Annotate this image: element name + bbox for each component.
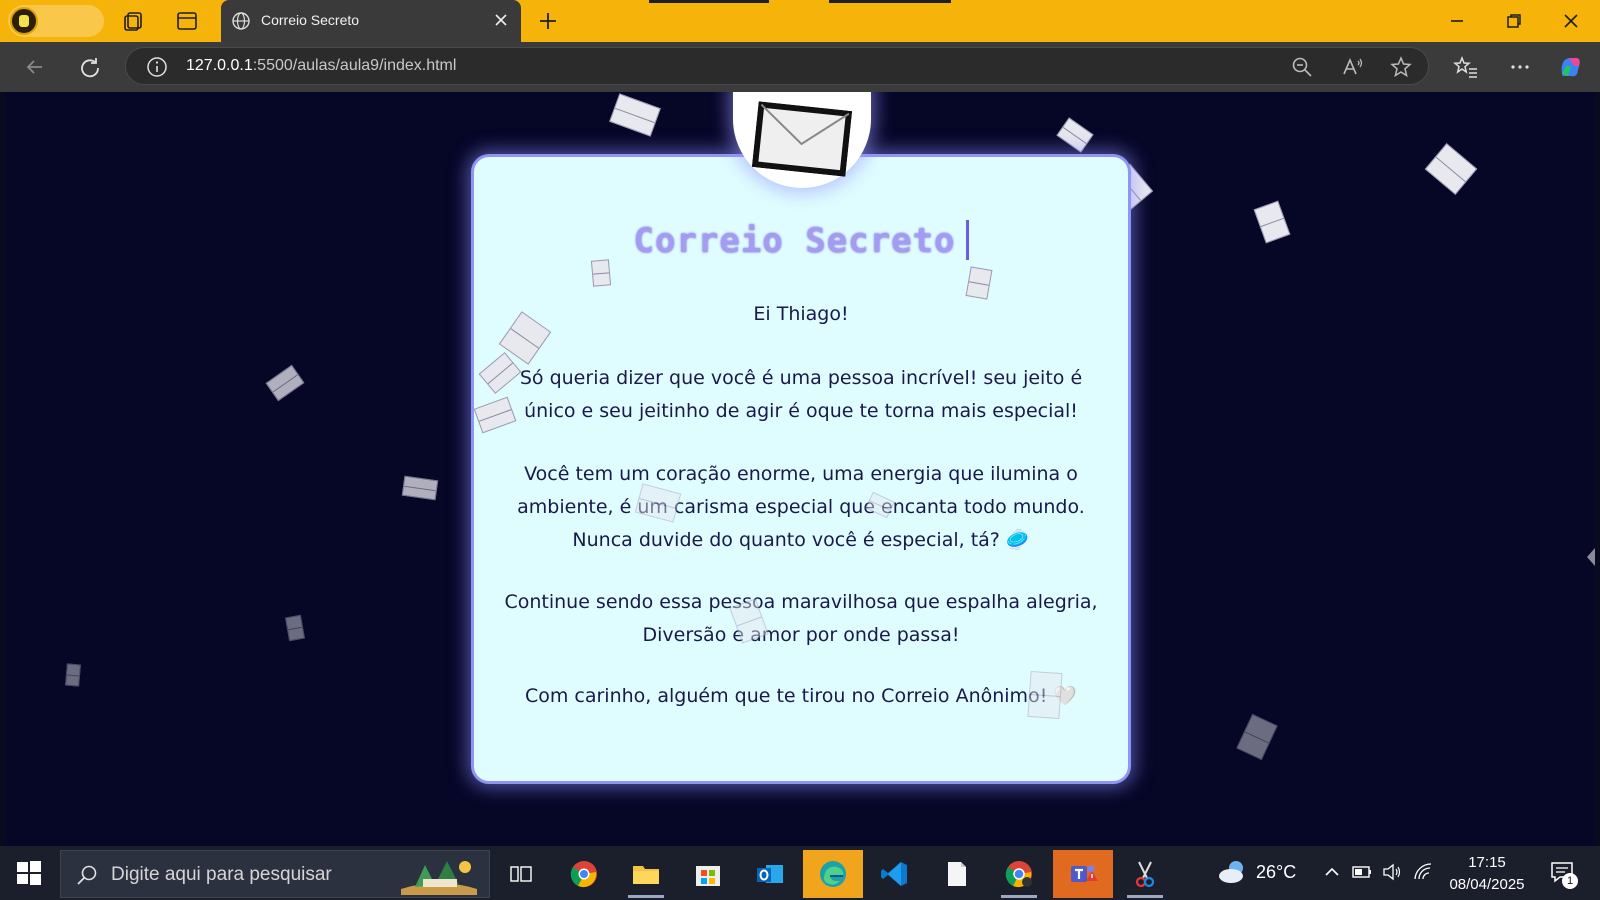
browser-tab-bar: Correio Secreto	[0, 0, 1600, 42]
side-panel-toggle-icon[interactable]	[1585, 548, 1595, 566]
page-title: Correio Secreto	[471, 220, 1131, 261]
chevron-up-icon[interactable]	[1321, 861, 1343, 883]
battery-icon[interactable]	[1351, 861, 1373, 883]
search-icon	[77, 865, 97, 885]
volume-icon[interactable]	[1381, 861, 1403, 883]
store-icon	[696, 866, 720, 886]
teams-icon	[1071, 865, 1098, 882]
chrome-icon	[570, 861, 597, 888]
profile-button[interactable]	[8, 5, 104, 37]
paragraph-line: Você tem um coração enorme, uma energia …	[524, 463, 1078, 485]
floating-envelope	[65, 663, 81, 687]
search-highlight-illustration	[401, 861, 477, 895]
paragraph-line: único e seu jeitinho de agir é oque te t…	[524, 400, 1078, 422]
more-options-icon[interactable]	[1507, 54, 1533, 80]
taskbar-vscode[interactable]	[865, 850, 925, 898]
floating-envelope	[1056, 117, 1094, 153]
taskbar-edge[interactable]	[803, 850, 863, 898]
globe-icon	[232, 12, 250, 30]
profile-avatar	[10, 7, 38, 35]
weather-cloud-icon[interactable]	[1216, 858, 1250, 886]
taskbar-file-explorer[interactable]	[616, 850, 676, 898]
notification-badge: 1	[1562, 873, 1578, 889]
url-path: :5500/aulas/aula9/index.html	[252, 57, 457, 74]
windows-start-icon[interactable]	[16, 860, 42, 886]
floating-envelope	[1253, 200, 1291, 244]
floating-envelope	[609, 93, 661, 137]
letter-greeting: Ei Thiago!	[471, 298, 1131, 331]
site-info-icon[interactable]	[146, 56, 168, 78]
task-view-icon[interactable]	[508, 861, 534, 887]
floating-envelope	[285, 614, 305, 642]
chrome-profile-icon	[1005, 861, 1032, 888]
tab-drag-indicator	[649, 0, 769, 3]
read-aloud-icon[interactable]	[1340, 55, 1364, 79]
notepad-icon	[948, 862, 966, 886]
taskbar-chrome[interactable]	[554, 850, 614, 898]
letter-paragraph-3: Continue sendo essa pessoa maravilhosa q…	[471, 586, 1131, 652]
paragraph-line: ambiente, é um carisma especial que enca…	[517, 496, 1085, 518]
envelope-icon	[751, 101, 853, 177]
tab-drag-indicator	[829, 0, 951, 3]
letter-paragraph-2: Você tem um coração enorme, uma energia …	[471, 458, 1131, 557]
restore-icon[interactable]	[1501, 8, 1527, 34]
tab-title: Correio Secreto	[261, 12, 360, 28]
taskbar-chrome-profile[interactable]	[989, 850, 1049, 898]
favorite-star-icon[interactable]	[1389, 55, 1413, 79]
floating-envelope	[590, 259, 612, 287]
weather-temperature[interactable]: 26°C	[1256, 862, 1296, 883]
close-tab-icon[interactable]	[491, 10, 511, 30]
snipping-tool-icon	[1135, 861, 1155, 888]
typing-caret	[965, 220, 969, 260]
zoom-out-icon[interactable]	[1290, 55, 1314, 79]
collections-icon[interactable]	[122, 9, 146, 33]
taskbar-teams[interactable]	[1053, 850, 1113, 898]
favorites-icon[interactable]	[1453, 54, 1479, 80]
floating-envelope	[1236, 713, 1278, 761]
minimize-icon[interactable]	[1444, 8, 1470, 34]
paragraph-line: Só queria dizer que você é uma pessoa in…	[519, 367, 1083, 389]
outlook-icon	[757, 865, 783, 883]
taskbar-notepad[interactable]	[927, 850, 987, 898]
reload-icon[interactable]	[77, 54, 103, 80]
letter-paragraph-1: Só queria dizer que você é uma pessoa in…	[471, 362, 1131, 428]
edge-icon	[820, 861, 846, 887]
greeting-text: Ei Thiago!	[753, 303, 849, 325]
running-indicator	[1001, 895, 1037, 898]
clock-date: 08/04/2025	[1449, 876, 1525, 893]
vertical-tabs-icon[interactable]	[175, 9, 199, 33]
floating-envelope	[265, 364, 305, 402]
taskbar-store[interactable]	[678, 850, 738, 898]
new-tab-icon[interactable]	[536, 9, 560, 33]
paragraph-line: Continue sendo essa pessoa maravilhosa q…	[504, 591, 1098, 613]
close-window-icon[interactable]	[1558, 8, 1584, 34]
paragraph-line: Diversão e amor por onde passa!	[642, 624, 960, 646]
clock-time: 17:15	[1468, 854, 1506, 871]
running-indicator	[628, 895, 664, 898]
windows-taskbar: Digite aqui para pesquisar 26°C 17:15 08…	[0, 846, 1600, 900]
paragraph-line: Nunca duvide do quanto você é especial, …	[572, 529, 1030, 551]
floating-envelope	[1424, 143, 1478, 195]
taskbar-search[interactable]: Digite aqui para pesquisar	[60, 850, 490, 898]
address-bar[interactable]: 127.0.0.1:5500/aulas/aula9/index.html	[125, 47, 1429, 85]
notification-center-button[interactable]: 1	[1550, 859, 1580, 889]
tab-correio-secreto[interactable]: Correio Secreto	[221, 0, 521, 42]
page-viewport: Correio Secreto Ei Thiago! Só queria diz…	[5, 92, 1595, 846]
vscode-icon	[881, 862, 907, 886]
folder-icon	[633, 866, 659, 884]
url-text[interactable]: 127.0.0.1:5500/aulas/aula9/index.html	[186, 57, 456, 75]
url-host: 127.0.0.1	[186, 57, 253, 74]
running-indicator	[1127, 895, 1163, 898]
copilot-icon[interactable]	[1557, 54, 1583, 80]
system-clock[interactable]: 17:15 08/04/2025	[1442, 852, 1532, 896]
floating-envelope	[401, 475, 439, 501]
taskbar-outlook[interactable]	[740, 850, 800, 898]
search-placeholder: Digite aqui para pesquisar	[111, 864, 332, 885]
browser-toolbar: 127.0.0.1:5500/aulas/aula9/index.html	[0, 42, 1600, 92]
back-icon[interactable]	[22, 54, 48, 80]
floating-envelope	[1027, 670, 1063, 720]
wifi-icon[interactable]	[1412, 861, 1434, 883]
page-title-text: Correio Secreto	[633, 221, 956, 261]
taskbar-snipping-tool[interactable]	[1115, 850, 1175, 898]
